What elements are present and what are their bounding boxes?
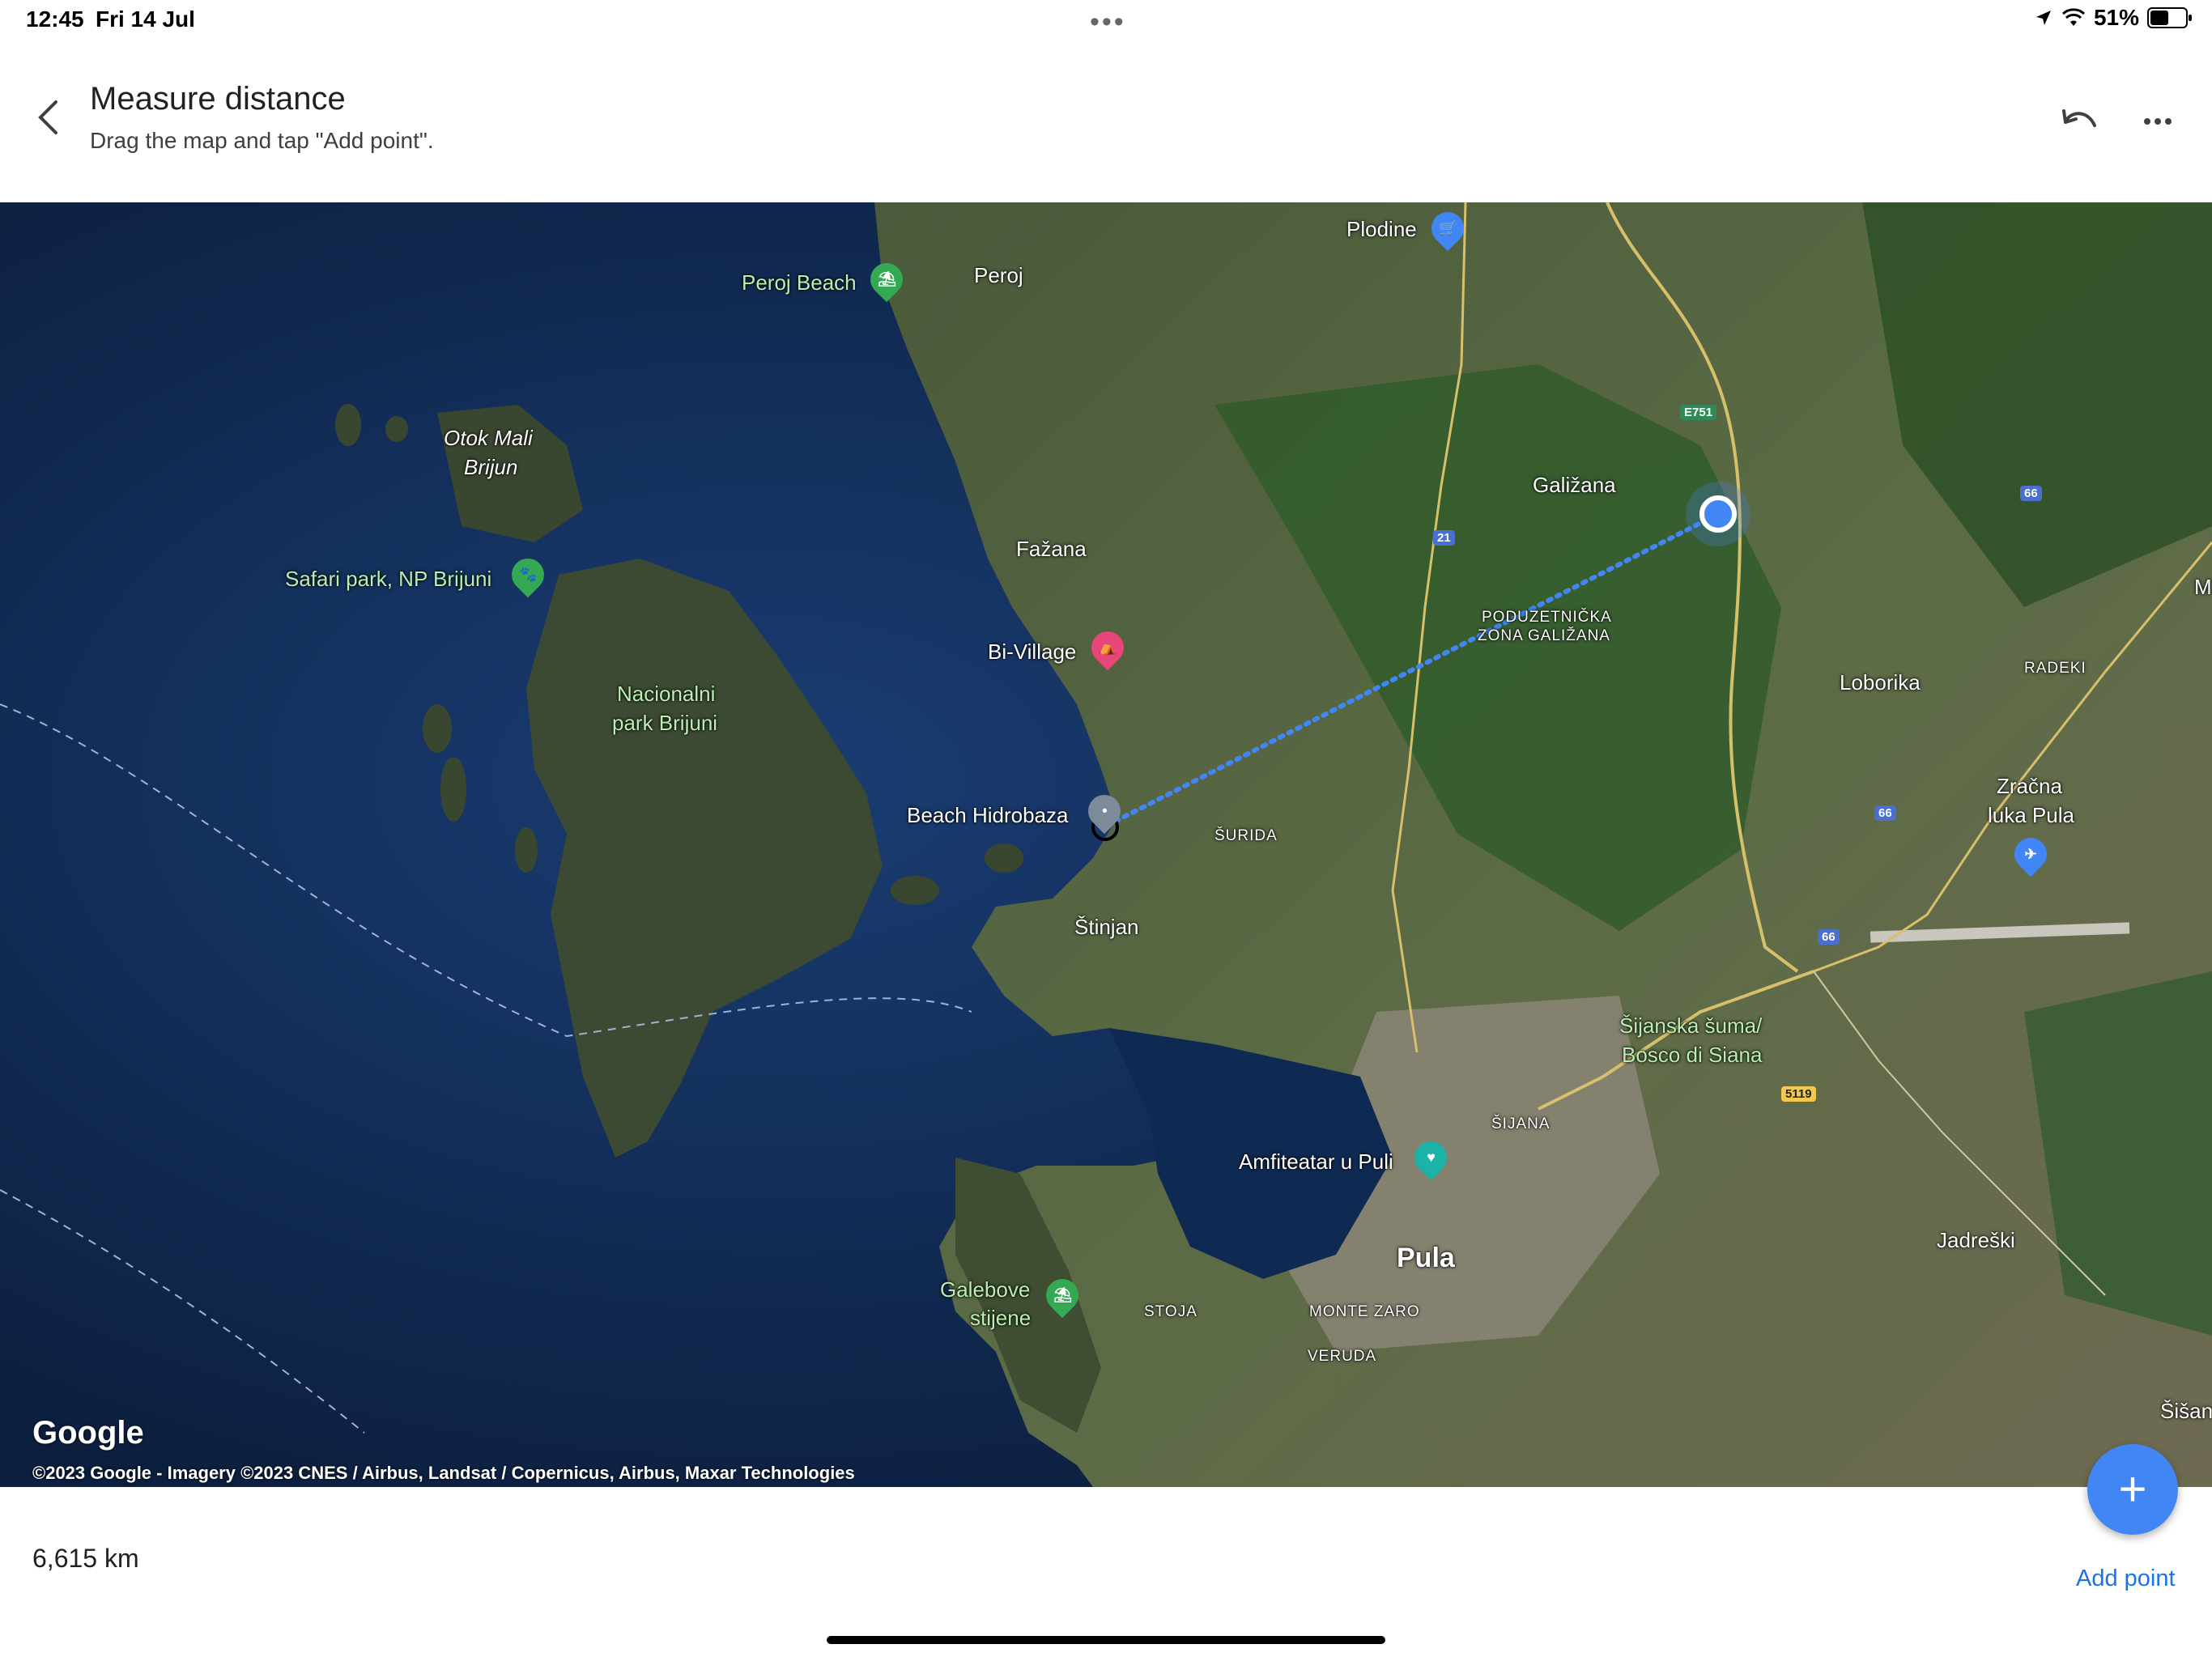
measure-footer: 6,615 km + Add point [0, 1444, 2212, 1657]
chevron-left-icon [38, 100, 57, 134]
map-label-amfiteatar[interactable]: Amfiteatar u Puli [1239, 1149, 1393, 1175]
map-label-galebove[interactable]: Galebove [940, 1277, 1030, 1302]
map-label-veruda[interactable]: VERUDA [1308, 1348, 1376, 1366]
map-label-surida[interactable]: ŠURIDA [1214, 827, 1278, 845]
location-arrow-icon [2035, 11, 2051, 25]
road-shield-e751: E751 [1680, 405, 1717, 420]
app-header: Measure distance Drag the map and tap "A… [0, 40, 2212, 202]
map-label-stinjan[interactable]: Štinjan [1074, 915, 1139, 940]
road-shield-5119: 5119 [1781, 1086, 1816, 1102]
battery-percent: 51% [2093, 5, 2139, 30]
back-button[interactable] [28, 93, 68, 142]
add-point-button[interactable]: Add point [2076, 1566, 2176, 1592]
map-label-beach-hidrobaza[interactable]: Beach Hidrobaza [907, 803, 1068, 828]
road-shield-66-mid: 66 [1874, 805, 1896, 821]
map-label-plodine[interactable]: Plodine [1346, 217, 1417, 242]
status-bar: 12:45 Fri 14 Jul ••• 51% [0, 0, 2212, 40]
map-label-m-edge[interactable]: M [2194, 575, 2212, 600]
road-shield-66-north: 66 [2020, 486, 2042, 501]
add-point-fab[interactable]: + [2087, 1444, 2178, 1535]
map-label-peroj-beach[interactable]: Peroj Beach [742, 270, 857, 295]
map-label-loborika[interactable]: Loborika [1840, 670, 1921, 695]
map-label-pula[interactable]: Pula [1397, 1243, 1455, 1274]
map-label-luka-pula[interactable]: luka Pula [1988, 803, 2074, 828]
map-label-radeki[interactable]: RADEKI [2024, 660, 2087, 678]
more-options-button[interactable] [2138, 101, 2178, 142]
map-label-monte-zaro[interactable]: MONTE ZARO [1309, 1303, 1420, 1321]
map-label-jadreski[interactable]: Jadreški [1937, 1228, 2015, 1253]
map-label-zona-galizana[interactable]: ZONA GALIŽANA [1478, 627, 1610, 645]
map-copyright[interactable]: ©2023 Google - Imagery ©2023 CNES / Airb… [32, 1463, 855, 1484]
map-label-brijun[interactable]: Brijun [464, 455, 517, 480]
map-label-stoja[interactable]: STOJA [1144, 1303, 1197, 1321]
map-label-sisan[interactable]: Šišan [2160, 1399, 2212, 1424]
map-label-otok-mali[interactable]: Otok Mali [444, 426, 533, 451]
map-label-sijana[interactable]: ŠIJANA [1491, 1115, 1551, 1133]
current-location-marker [1699, 495, 1737, 533]
map-label-peroj[interactable]: Peroj [974, 263, 1023, 288]
map-label-bi-village[interactable]: Bi-Village [988, 639, 1076, 665]
map-imagery [0, 202, 2212, 1487]
road-shield-66-south: 66 [1818, 929, 1840, 945]
total-distance: 6,615 km [32, 1544, 139, 1573]
page-title: Measure distance [90, 81, 346, 117]
road-shield-21: 21 [1433, 530, 1455, 546]
map-label-zracna[interactable]: Zračna [1997, 774, 2062, 799]
battery-icon [2147, 7, 2192, 28]
wifi-icon [2061, 8, 2085, 26]
more-horizontal-icon [2144, 118, 2172, 125]
map-label-fazana[interactable]: Fažana [1016, 537, 1087, 562]
plus-icon: + [2118, 1462, 2147, 1516]
map-label-galizana[interactable]: Galižana [1533, 473, 1616, 498]
google-logo: Google [32, 1415, 144, 1451]
map-label-stijene[interactable]: stijene [970, 1306, 1031, 1331]
status-date: Fri 14 Jul [96, 6, 195, 32]
map-label-bosco-di-siana[interactable]: Bosco di Siana [1622, 1043, 1762, 1068]
status-time: 12:45 [26, 6, 84, 32]
map-label-sijanska-suma[interactable]: Šijanska šuma/ [1619, 1013, 1762, 1039]
undo-button[interactable] [2055, 101, 2104, 142]
status-indicators: 51% [2034, 5, 2192, 31]
map-label-safari-park[interactable]: Safari park, NP Brijuni [285, 567, 491, 592]
multitasking-dots-icon[interactable]: ••• [1090, 6, 1126, 38]
undo-icon [2062, 109, 2096, 127]
map-label-park-brijuni[interactable]: park Brijuni [612, 711, 717, 736]
page-subtitle: Drag the map and tap "Add point". [90, 128, 434, 153]
home-indicator[interactable] [827, 1636, 1385, 1644]
satellite-map[interactable]: Plodine 🛒 Peroj Peroj Beach ⛱ E751 Galiž… [0, 202, 2212, 1487]
map-label-nacionalni[interactable]: Nacionalni [617, 682, 715, 707]
map-label-poduzetnicka[interactable]: PODUZETNIČKA [1482, 609, 1612, 627]
